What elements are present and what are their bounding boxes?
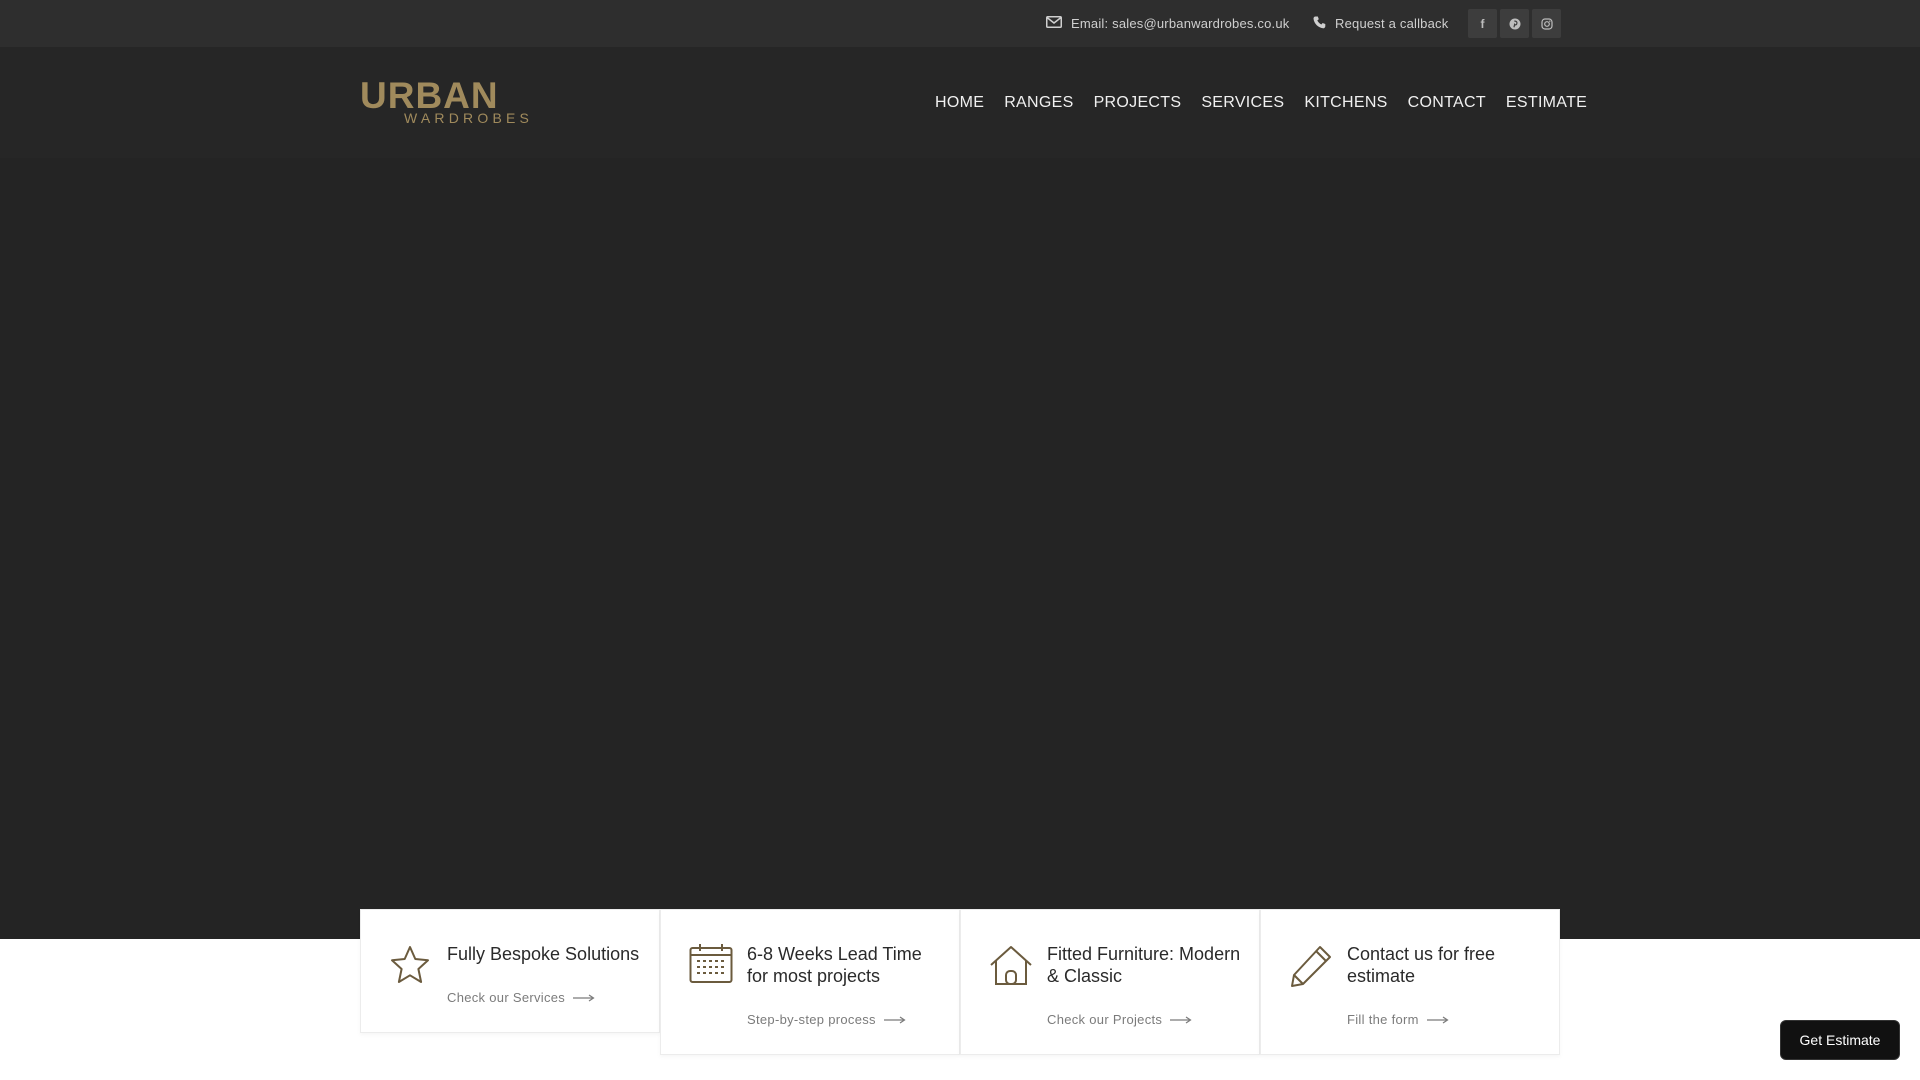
email-link[interactable]: Email: sales@urbanwardrobes.co.uk (1046, 0, 1290, 47)
nav-contact[interactable]: CONTACT (1398, 94, 1496, 112)
feature-link-label: Check our Projects (1047, 1012, 1163, 1027)
feature-link-label: Fill the form (1347, 1012, 1419, 1027)
arrow-right-icon (1426, 1012, 1449, 1027)
callback-text: Request a callback (1335, 16, 1449, 31)
feature-link-label: Check our Services (447, 990, 566, 1005)
feature-card-lead-time[interactable]: 6-8 Weeks Lead Time for most projects St… (660, 909, 960, 1055)
arrow-right-icon (883, 1012, 906, 1027)
feature-title: Fitted Furniture: Modern & Classic (1047, 944, 1241, 986)
nav-ranges[interactable]: RANGES (994, 94, 1083, 112)
instagram-icon[interactable] (1532, 9, 1561, 38)
pinterest-icon[interactable] (1500, 9, 1529, 38)
arrow-right-icon (573, 990, 595, 1005)
star-icon (389, 944, 431, 991)
feature-link[interactable]: Check our Projects (1047, 1012, 1192, 1027)
arrow-right-icon (1170, 1012, 1192, 1027)
house-icon (989, 944, 1033, 991)
logo-word-wardrobes: WARDROBES (404, 110, 533, 125)
feature-cards: Fully Bespoke Solutions Check our Servic… (360, 909, 1560, 1055)
nav-projects[interactable]: PROJECTS (1084, 94, 1192, 112)
hero-section (0, 158, 1920, 939)
social-links: f (1468, 9, 1561, 38)
site-logo[interactable]: URBAN WARDROBES (360, 75, 542, 126)
nav-services[interactable]: SERVICES (1191, 94, 1294, 112)
feature-title: Fully Bespoke Solutions (447, 944, 640, 964)
feature-card-estimate[interactable]: Contact us for free estimate Fill the fo… (1260, 909, 1560, 1055)
feature-link[interactable]: Check our Services (447, 990, 595, 1005)
site-header: URBAN WARDROBES HOME RANGES PROJECTS SER… (0, 47, 1920, 158)
feature-link[interactable]: Fill the form (1347, 1012, 1449, 1027)
main-nav: HOME RANGES PROJECTS SERVICES KITCHENS C… (925, 47, 1597, 158)
top-bar: Email: sales@urbanwardrobes.co.uk Reques… (0, 0, 1920, 47)
feature-link-label: Step-by-step process (747, 1012, 876, 1027)
feature-title: 6-8 Weeks Lead Time for most projects (747, 944, 922, 986)
feature-title: Contact us for free estimate (1347, 944, 1496, 986)
calendar-icon (689, 944, 733, 989)
email-text: Email: sales@urbanwardrobes.co.uk (1071, 16, 1290, 31)
feature-card-fitted[interactable]: Fitted Furniture: Modern & Classic Check… (960, 909, 1260, 1055)
pencil-icon (1289, 944, 1333, 993)
envelope-icon (1046, 16, 1071, 31)
phone-icon (1313, 16, 1335, 32)
nav-kitchens[interactable]: KITCHENS (1294, 94, 1397, 112)
nav-estimate[interactable]: ESTIMATE (1496, 94, 1597, 112)
facebook-icon[interactable]: f (1468, 9, 1497, 38)
feature-link[interactable]: Step-by-step process (747, 1012, 906, 1027)
feature-card-bespoke[interactable]: Fully Bespoke Solutions Check our Servic… (360, 909, 660, 1033)
top-bar-inner: Email: sales@urbanwardrobes.co.uk Reques… (360, 0, 1561, 47)
callback-link[interactable]: Request a callback (1313, 0, 1448, 47)
get-estimate-button[interactable]: Get Estimate (1780, 1020, 1900, 1060)
nav-home[interactable]: HOME (925, 94, 994, 112)
